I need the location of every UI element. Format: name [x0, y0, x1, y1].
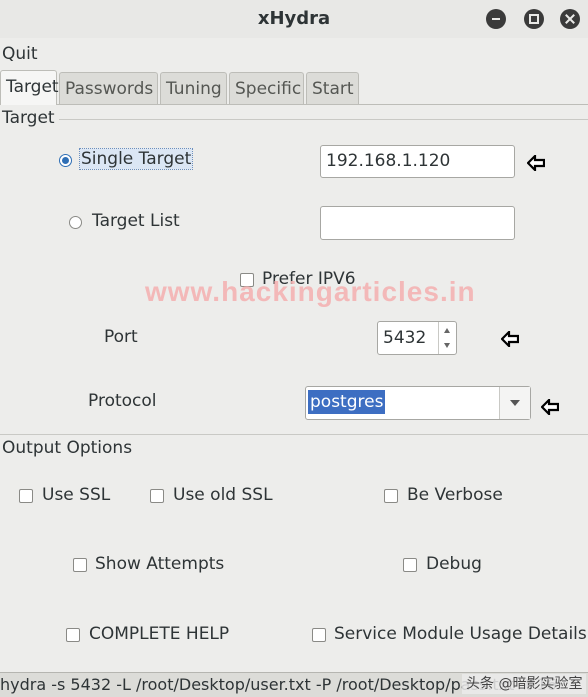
be-verbose-label[interactable]: Be Verbose: [407, 485, 503, 505]
single-target-label[interactable]: Single Target: [78, 148, 194, 170]
protocol-label: Protocol: [88, 391, 157, 411]
use-ssl-checkbox[interactable]: [19, 489, 33, 503]
port-value: 5432: [383, 328, 427, 348]
menu-quit[interactable]: Quit: [2, 44, 38, 64]
tab-divider: [0, 104, 588, 105]
maximize-icon[interactable]: [524, 9, 544, 29]
tab-tuning[interactable]: Tuning: [160, 72, 227, 104]
chevron-down-icon: [510, 400, 520, 406]
title-bar: xHydra: [0, 0, 588, 38]
protocol-value: postgres: [308, 390, 386, 414]
watermark: www.hackingarticles.in: [145, 276, 476, 307]
complete-help-checkbox[interactable]: [66, 628, 80, 642]
show-attempts-label[interactable]: Show Attempts: [95, 554, 224, 574]
tab-bar: Target Passwords Tuning Specific Start: [0, 70, 588, 105]
close-icon[interactable]: [560, 9, 580, 29]
menu-bar: Quit: [0, 38, 588, 70]
port-input[interactable]: 5432: [377, 321, 457, 355]
use-ssl-label[interactable]: Use SSL: [42, 485, 110, 505]
service-module-checkbox[interactable]: [312, 628, 326, 642]
target-list-label[interactable]: Target List: [92, 211, 180, 231]
be-verbose-checkbox[interactable]: [384, 489, 398, 503]
use-old-ssl-label[interactable]: Use old SSL: [173, 485, 273, 505]
output-frame-line: [0, 434, 588, 435]
arrow-left-icon: [501, 331, 519, 347]
debug-label[interactable]: Debug: [426, 554, 482, 574]
output-section-label: Output Options: [2, 438, 137, 458]
port-label: Port: [104, 327, 138, 347]
arrow-left-icon: [527, 155, 545, 171]
tab-specific[interactable]: Specific: [229, 72, 304, 104]
target-list-radio[interactable]: [69, 216, 82, 229]
complete-help-label[interactable]: COMPLETE HELP: [89, 624, 229, 644]
dropdown-button[interactable]: [499, 387, 530, 419]
minimize-icon[interactable]: [486, 9, 506, 29]
target-frame-line: [50, 119, 588, 120]
arrow-left-icon: [541, 399, 559, 415]
single-target-radio[interactable]: [59, 154, 72, 167]
tab-start[interactable]: Start: [306, 72, 359, 104]
service-module-label[interactable]: Service Module Usage Details: [334, 624, 587, 644]
show-attempts-checkbox[interactable]: [73, 558, 87, 572]
tab-target[interactable]: Target: [0, 70, 59, 105]
debug-checkbox[interactable]: [403, 558, 417, 572]
target-section-label: Target: [2, 108, 59, 128]
port-spinner[interactable]: [438, 322, 456, 354]
spin-arrows-icon: [444, 328, 450, 348]
single-target-input[interactable]: 192.168.1.120: [320, 145, 515, 178]
use-old-ssl-checkbox[interactable]: [150, 489, 164, 503]
tab-passwords[interactable]: Passwords: [59, 72, 158, 104]
protocol-select[interactable]: postgres: [305, 386, 531, 420]
target-list-input[interactable]: [320, 206, 515, 240]
watermark-badge: 头条 @暗影实验室: [462, 674, 587, 694]
